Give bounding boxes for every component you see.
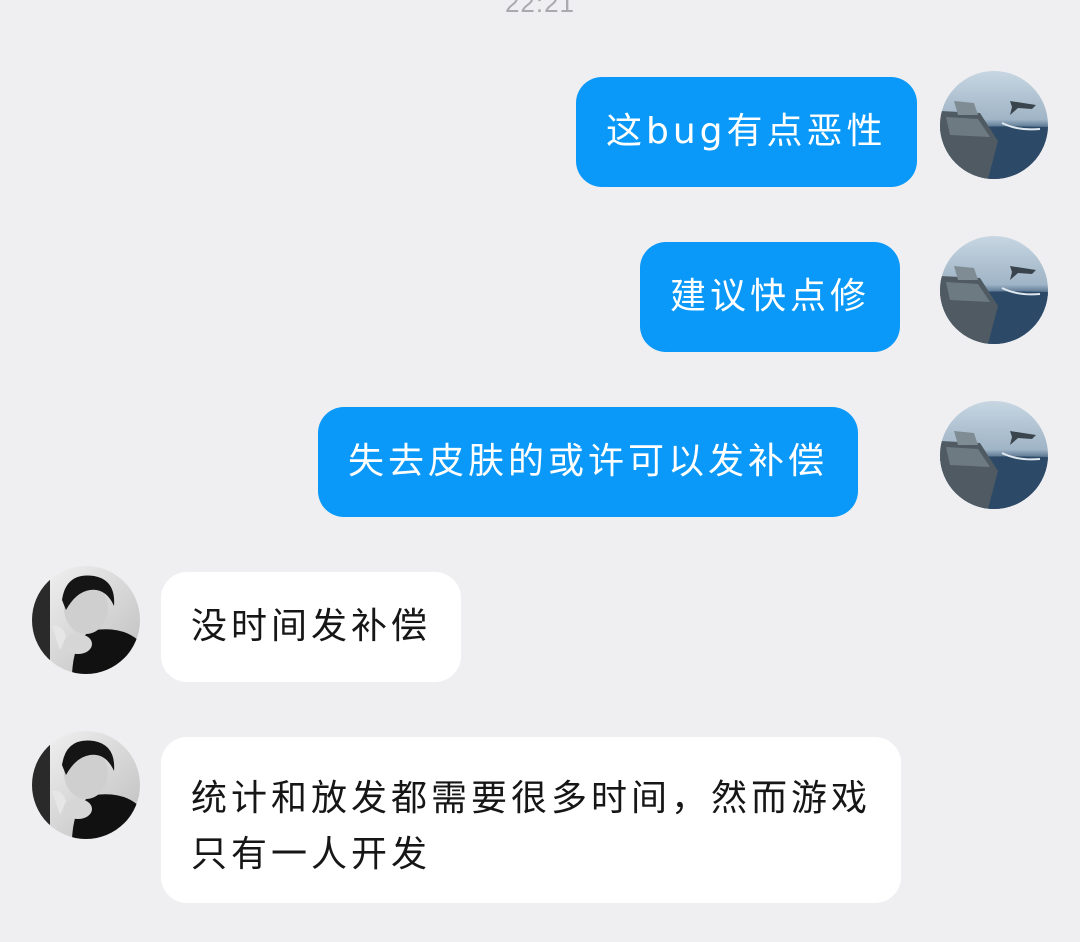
chat-timestamp: 22:21 bbox=[504, 0, 576, 18]
outgoing-message-bubble[interactable]: 失去皮肤的或许可以发补偿 bbox=[318, 407, 859, 517]
game-scene-avatar-icon bbox=[940, 401, 1048, 509]
message-text: 失去皮肤的或许可以发补偿 bbox=[348, 441, 829, 482]
incoming-message-bubble[interactable]: 统计和放发都需要很多时间，然而游戏只有一人开发 bbox=[161, 737, 901, 903]
person-portrait-avatar-icon bbox=[32, 566, 140, 674]
message-text: 统计和放发都需要很多时间，然而游戏只有一人开发 bbox=[191, 778, 872, 875]
message-text: 这bug有点恶性 bbox=[606, 111, 887, 152]
incoming-message-bubble[interactable]: 没时间发补偿 bbox=[161, 572, 462, 682]
peer-avatar[interactable] bbox=[32, 731, 140, 839]
my-avatar[interactable] bbox=[940, 236, 1048, 344]
peer-avatar[interactable] bbox=[32, 566, 140, 674]
message-text: 建议快点修 bbox=[670, 276, 871, 317]
person-portrait-avatar-icon bbox=[32, 731, 140, 839]
outgoing-message-bubble[interactable]: 建议快点修 bbox=[640, 242, 901, 352]
message-text: 没时间发补偿 bbox=[191, 606, 432, 647]
game-scene-avatar-icon bbox=[940, 236, 1048, 344]
my-avatar[interactable] bbox=[940, 401, 1048, 509]
my-avatar[interactable] bbox=[940, 71, 1048, 179]
game-scene-avatar-icon bbox=[940, 71, 1048, 179]
outgoing-message-bubble[interactable]: 这bug有点恶性 bbox=[576, 77, 917, 187]
